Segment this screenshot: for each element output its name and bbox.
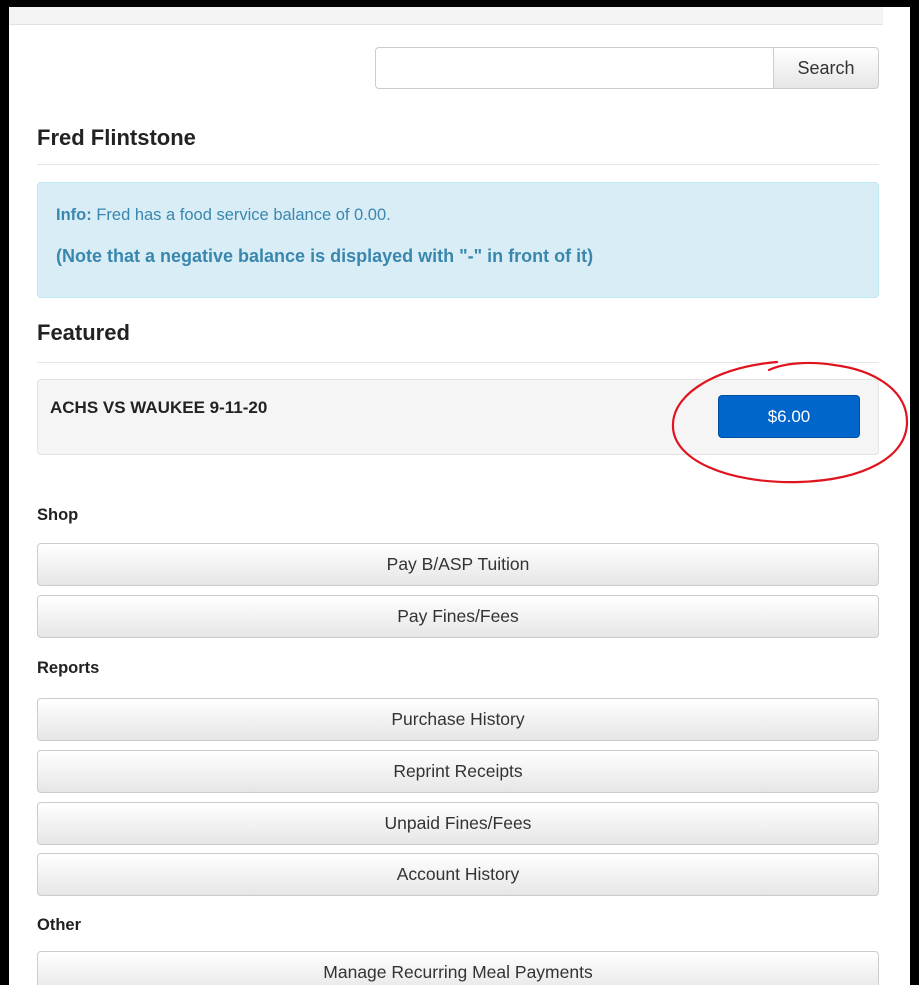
other-section-label: Other xyxy=(37,916,82,934)
page-frame: Search Fred Flintstone Info: Fred has a … xyxy=(9,7,910,985)
divider xyxy=(37,362,879,363)
top-bar xyxy=(9,7,883,25)
balance-text: Fred has a food service balance of 0.00. xyxy=(91,206,391,224)
search-bar: Search xyxy=(375,47,879,89)
reports-section-label: Reports xyxy=(37,659,100,677)
featured-item-title: ACHS VS WAUKEE 9-11-20 xyxy=(50,398,268,417)
pay-basp-tuition-button[interactable]: Pay B/ASP Tuition xyxy=(37,543,879,586)
student-name-heading: Fred Flintstone xyxy=(37,125,196,150)
info-label: Info: xyxy=(56,206,92,224)
search-input[interactable] xyxy=(375,47,773,89)
featured-price-button[interactable]: $6.00 xyxy=(718,395,860,438)
negative-balance-note: (Note that a negative balance is display… xyxy=(56,246,594,266)
purchase-history-button[interactable]: Purchase History xyxy=(37,698,879,741)
unpaid-fines-fees-button[interactable]: Unpaid Fines/Fees xyxy=(37,802,879,845)
info-alert: Info: Fred has a food service balance of… xyxy=(37,182,879,298)
search-button[interactable]: Search xyxy=(773,47,879,89)
divider xyxy=(37,164,879,165)
featured-item-card: ACHS VS WAUKEE 9-11-20 $6.00 xyxy=(37,379,879,455)
account-history-button[interactable]: Account History xyxy=(37,853,879,896)
pay-fines-fees-button[interactable]: Pay Fines/Fees xyxy=(37,595,879,638)
reprint-receipts-button[interactable]: Reprint Receipts xyxy=(37,750,879,793)
shop-section-label: Shop xyxy=(37,506,79,524)
balance-message: Info: Fred has a food service balance of… xyxy=(56,206,391,225)
manage-recurring-meal-payments-button[interactable]: Manage Recurring Meal Payments xyxy=(37,951,879,985)
featured-heading: Featured xyxy=(37,320,130,345)
